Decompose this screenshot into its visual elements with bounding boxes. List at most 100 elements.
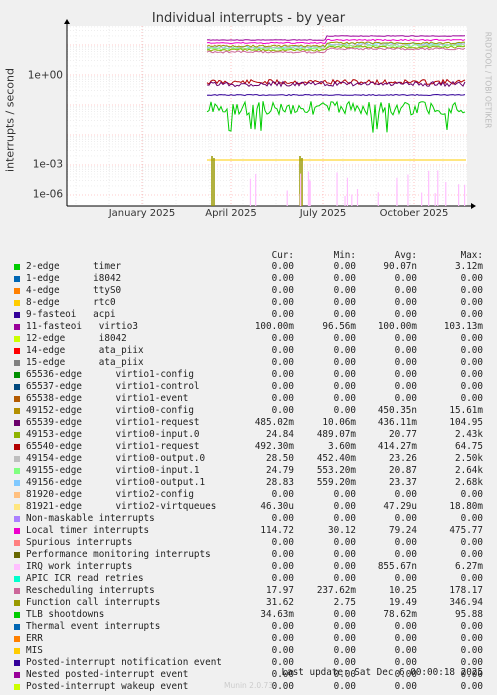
legend-swatch	[14, 612, 20, 618]
legend-series-name: 2-edge timer	[26, 261, 122, 272]
legend-value-cur: 0.00	[271, 405, 294, 416]
legend-row: 81920-edge virtio2-config 0.00 0.00 0.00 0.0…	[14, 489, 494, 501]
legend-swatch	[14, 504, 20, 510]
legend-swatch	[14, 264, 20, 270]
legend-swatch	[14, 300, 20, 306]
legend-value-avg: 23.37	[389, 477, 417, 488]
legend-value-min: 0.00	[333, 393, 356, 404]
legend-swatch	[14, 312, 20, 318]
legend-value-cur: 114.72	[260, 525, 294, 536]
legend-row: 12-edge i8042 0.00 0.00 0.00 0.00	[14, 333, 494, 345]
legend-value-cur: 0.00	[271, 273, 294, 284]
legend-value-avg: 23.26	[389, 453, 417, 464]
legend-swatch	[14, 348, 20, 354]
legend-value-avg: 78.62m	[383, 609, 417, 620]
legend-series-name: 8-edge rtc0	[26, 297, 116, 308]
legend-row: 65539-edge virtio1-request 485.02m 10.06m 4…	[14, 417, 494, 429]
legend-value-max: 95.88	[455, 609, 483, 620]
legend-row: 65538-edge virtio1-event 0.00 0.00 0.00 0.00	[14, 393, 494, 405]
legend-series-name: IRQ work interrupts	[26, 561, 133, 572]
legend-series-name: 65538-edge virtio1-event	[26, 393, 189, 404]
legend-value-min: 0.00	[333, 501, 356, 512]
legend-value-min: 0.00	[333, 309, 356, 320]
legend-row: 81921-edge virtio2-virtqueues 46.30u 0.00 4…	[14, 501, 494, 513]
legend-series-name: 4-edge ttyS0	[26, 285, 122, 296]
header-min: Min:	[333, 250, 356, 261]
legend-value-min: 0.00	[333, 297, 356, 308]
legend-row: 14-edge ata_piix 0.00 0.00 0.00 0.00	[14, 345, 494, 357]
legend-value-max: 178.17	[449, 585, 483, 596]
legend-value-min: 0.00	[333, 333, 356, 344]
legend-value-cur: 24.84	[266, 429, 294, 440]
legend-swatch	[14, 276, 20, 282]
legend-row: 4-edge ttyS0 0.00 0.00 0.00 0.00	[14, 285, 494, 297]
generator-credit: Munin 2.0.73	[223, 681, 274, 690]
legend-value-avg: 0.00	[394, 333, 417, 344]
legend-value-min: 0.00	[333, 273, 356, 284]
legend-value-avg: 90.07n	[383, 261, 417, 272]
legend-value-max: 0.00	[460, 357, 483, 368]
legend-swatch	[14, 564, 20, 570]
legend-value-cur: 0.00	[271, 573, 294, 584]
legend-swatch	[14, 420, 20, 426]
legend-row: 49153-edge virtio0-input.0 24.84 489.07m 20…	[14, 429, 494, 441]
legend-swatch	[14, 360, 20, 366]
legend-swatch	[14, 660, 20, 666]
legend-value-min: 2.75	[333, 597, 356, 608]
legend-row: Function call interrupts 31.62 2.75 19.49 34…	[14, 597, 494, 609]
legend-series-name: 81921-edge virtio2-virtqueues	[26, 501, 217, 512]
legend-value-min: 3.60m	[328, 441, 356, 452]
legend-value-max: 15.61m	[449, 405, 483, 416]
legend-value-max: 0.00	[460, 549, 483, 560]
legend-value-max: 64.75	[455, 441, 483, 452]
legend-value-avg: 0.00	[394, 309, 417, 320]
legend-value-min: 0.00	[333, 285, 356, 296]
legend-row: 9-fasteoi acpi 0.00 0.00 0.00 0.00	[14, 309, 494, 321]
legend-value-min: 553.20m	[316, 465, 356, 476]
x-axis-arrow	[471, 203, 476, 209]
legend-value-max: 0.00	[460, 273, 483, 284]
legend-value-cur: 0.00	[271, 645, 294, 656]
legend-value-min: 30.12	[328, 525, 356, 536]
legend-swatch	[14, 588, 20, 594]
legend-value-avg: 10.25	[389, 585, 417, 596]
legend-value-min: 0.00	[333, 621, 356, 632]
legend-row: 8-edge rtc0 0.00 0.00 0.00 0.00	[14, 297, 494, 309]
legend-value-avg: 0.00	[394, 273, 417, 284]
legend-swatch	[14, 324, 20, 330]
legend-value-avg: 0.00	[394, 345, 417, 356]
legend-value-max: 6.27m	[455, 561, 483, 572]
legend-swatch	[14, 648, 20, 654]
legend-row: Rescheduling interrupts 17.97 237.62m 10.25…	[14, 585, 494, 597]
legend-row: Performance monitoring interrupts 0.00 0.0…	[14, 549, 494, 561]
legend-value-avg: 0.00	[394, 573, 417, 584]
legend-value-min: 0.00	[333, 261, 356, 272]
legend-row: Spurious interrupts 0.00 0.00 0.00 0.00	[14, 537, 494, 549]
legend-value-cur: 0.00	[271, 489, 294, 500]
legend-swatch	[14, 600, 20, 606]
legend-swatch	[14, 336, 20, 342]
legend-value-avg: 0.00	[394, 369, 417, 380]
legend-value-min: 0.00	[333, 561, 356, 572]
legend-value-avg: 0.00	[394, 621, 417, 632]
legend-series-name: 65540-edge virtio1-request	[26, 441, 200, 452]
legend-value-max: 0.00	[460, 537, 483, 548]
x-tick-label: October 2025	[380, 208, 449, 219]
legend-series-name: 15-edge ata_piix	[26, 357, 144, 368]
legend-value-cur: 100.00m	[254, 321, 294, 332]
legend-row: Thermal event interrupts 0.00 0.00 0.00 0.00	[14, 621, 494, 633]
header-avg: Avg:	[394, 250, 417, 261]
y-tick-label: 1e-03	[33, 159, 63, 171]
legend-series-name: APIC ICR read retries	[26, 573, 144, 584]
legend-series-name: 65536-edge virtio1-config	[26, 369, 194, 380]
legend-value-cur: 0.00	[271, 513, 294, 524]
legend-value-min: 0.00	[333, 549, 356, 560]
legend-value-min: 0.00	[333, 513, 356, 524]
legend-value-max: 0.00	[460, 285, 483, 296]
legend-swatch	[14, 408, 20, 414]
legend-swatch	[14, 624, 20, 630]
legend-value-min: 10.06m	[322, 417, 356, 428]
legend-series-name: Function call interrupts	[26, 597, 161, 608]
legend-value-max: 0.00	[460, 333, 483, 344]
legend-value-max: 0.00	[460, 393, 483, 404]
